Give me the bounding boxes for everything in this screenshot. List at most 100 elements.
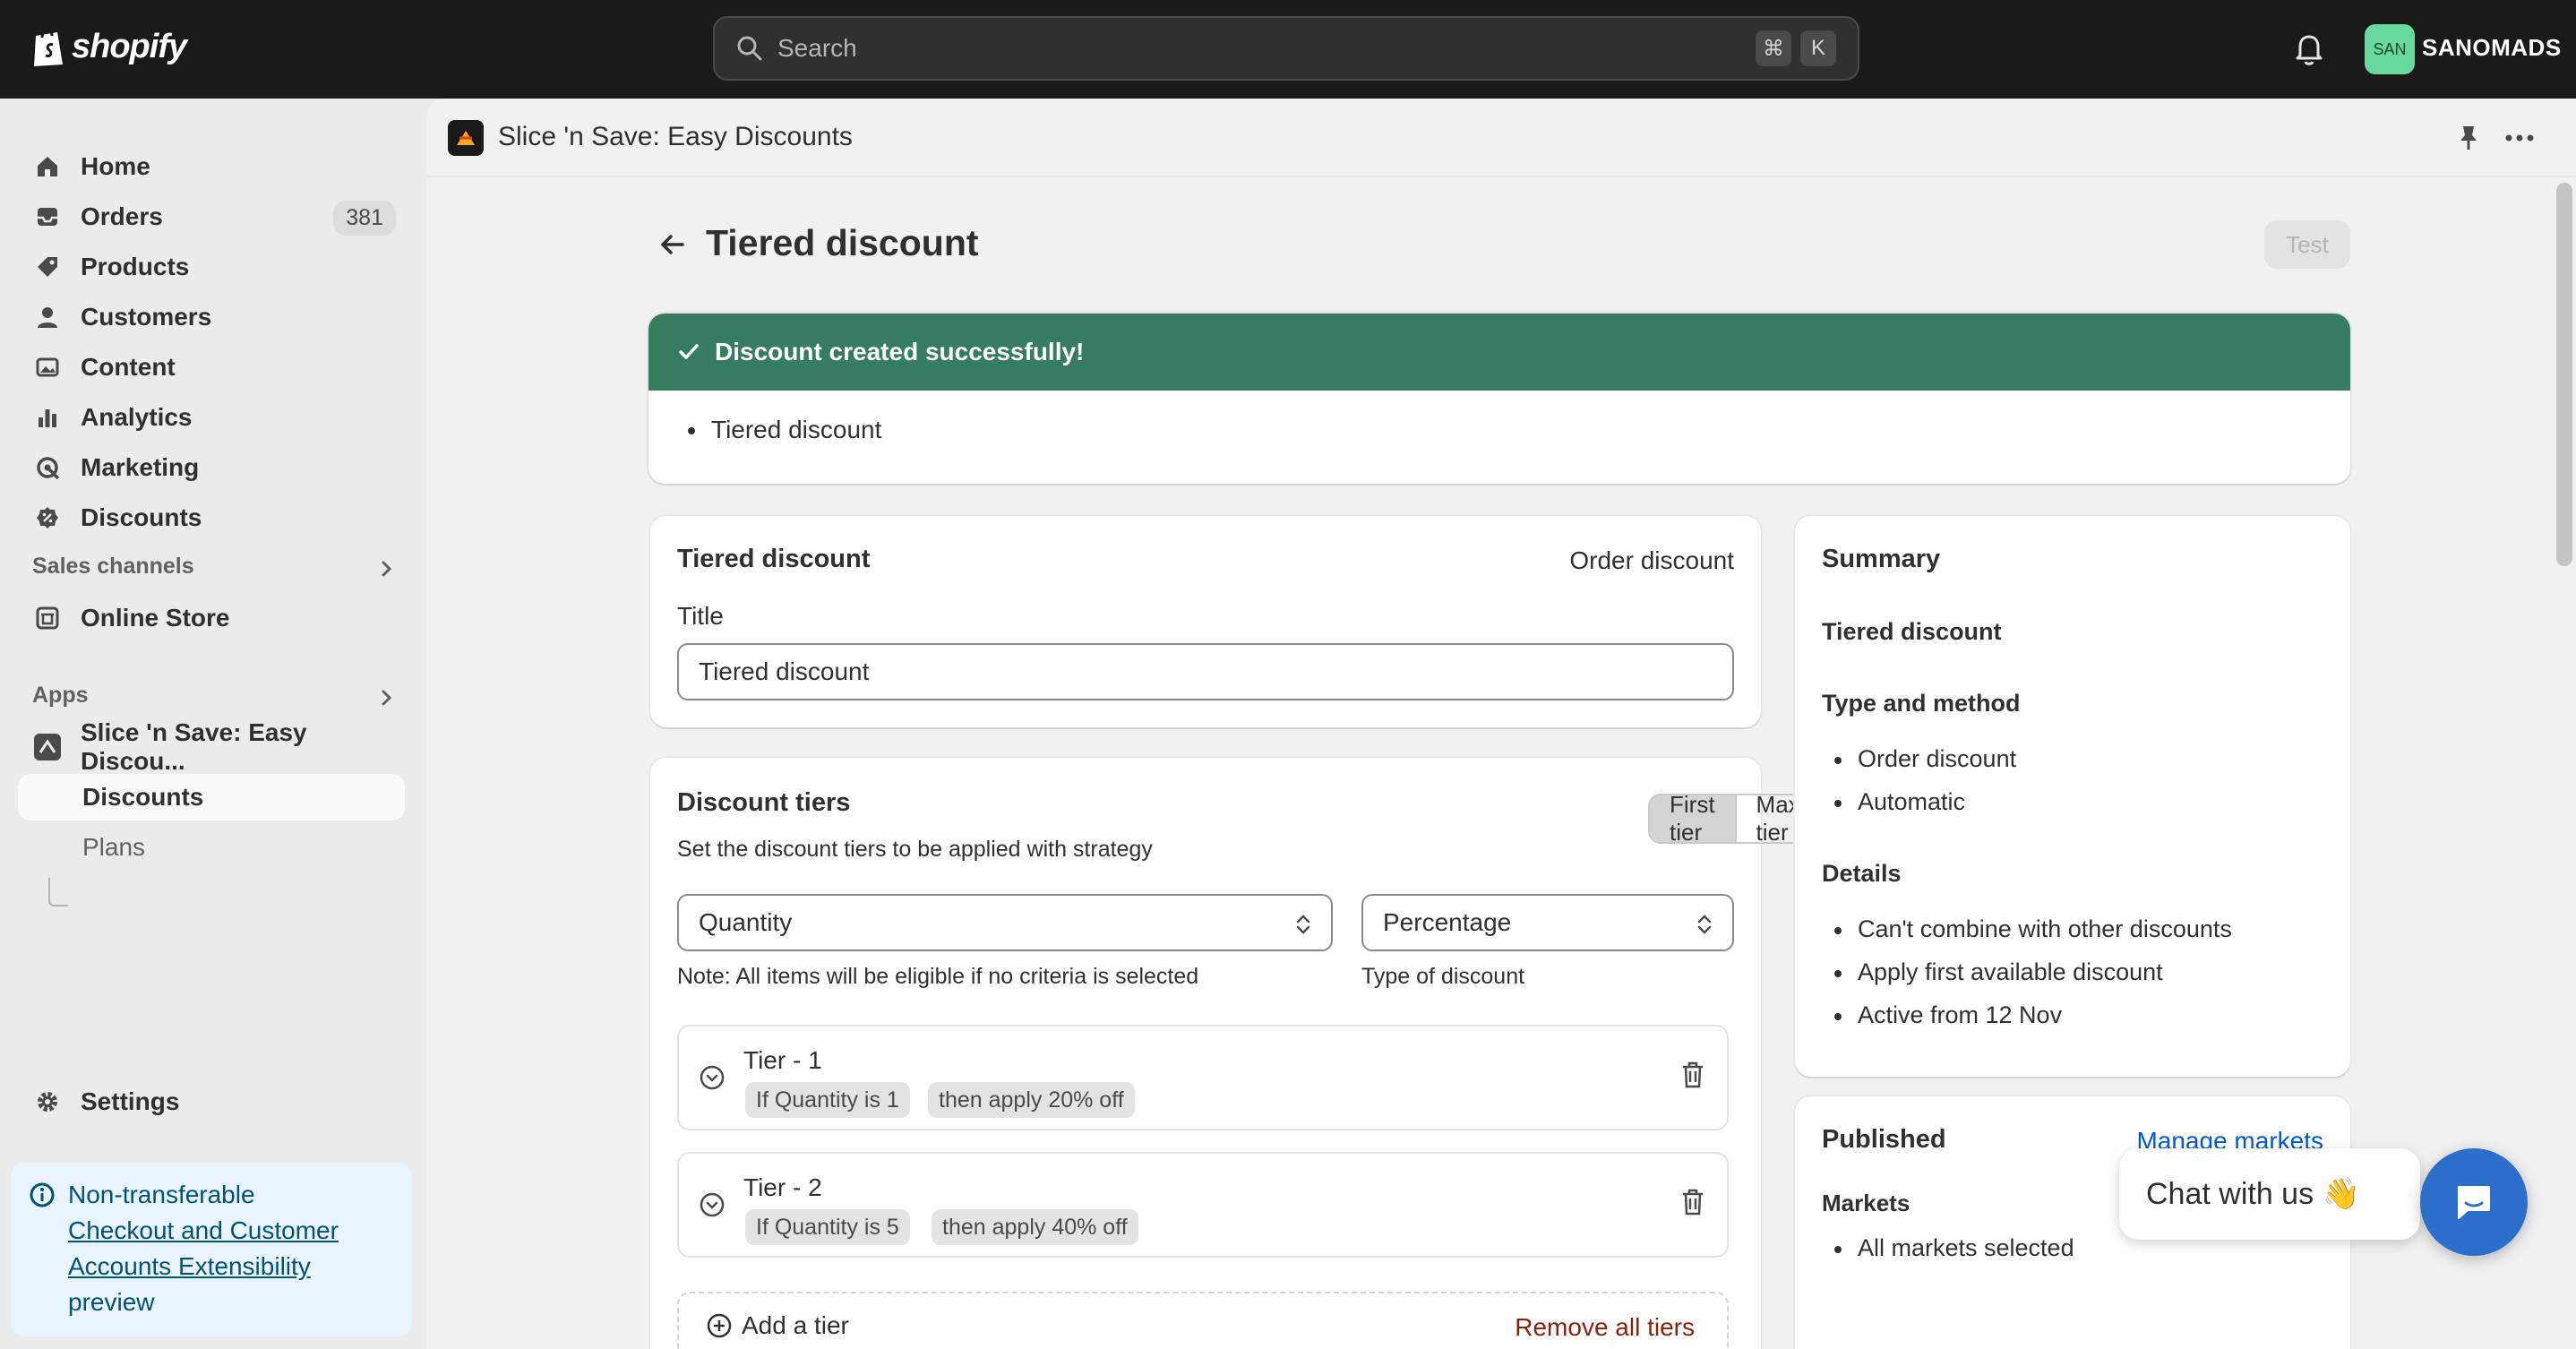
sidebar-item-label: Content bbox=[81, 353, 176, 381]
gear-icon bbox=[34, 1088, 61, 1115]
logo-text: shopify bbox=[72, 27, 187, 65]
avatar[interactable]: SAN bbox=[2365, 24, 2415, 74]
tier-condition-tag: If Quantity is 5 bbox=[745, 1209, 910, 1245]
search-placeholder: Search bbox=[777, 34, 857, 62]
person-icon bbox=[34, 304, 61, 331]
card-heading: Published bbox=[1822, 1125, 1946, 1154]
summary-card: Summary Tiered discount Type and method … bbox=[1795, 516, 2350, 1077]
apps-heading[interactable]: Apps bbox=[32, 683, 89, 709]
chat-prompt-bubble[interactable]: Chat with us 👋 bbox=[2119, 1148, 2420, 1240]
sidebar-item-label: Analytics bbox=[81, 403, 193, 431]
chevron-right-icon[interactable] bbox=[376, 559, 396, 579]
add-tier-button[interactable]: Add a tier bbox=[706, 1311, 849, 1340]
markets-value: All markets selected bbox=[1834, 1234, 2074, 1261]
sidebar-item-orders[interactable]: Orders 381 bbox=[18, 193, 405, 240]
sidebar-item-settings[interactable]: Settings bbox=[18, 1078, 405, 1125]
tier-condition-tag: If Quantity is 1 bbox=[745, 1082, 910, 1118]
extensibility-link[interactable]: Checkout and Customer Accounts Extensibi… bbox=[68, 1216, 339, 1280]
tier-name: Tier - 1 bbox=[743, 1046, 822, 1074]
target-icon bbox=[34, 454, 61, 481]
discount-type-note: Type of discount bbox=[1361, 964, 1525, 989]
store-name[interactable]: SANOMADS bbox=[2422, 34, 2562, 62]
discount-type-select[interactable]: Percentage bbox=[1361, 894, 1734, 951]
sidebar-item-discounts[interactable]: Discounts bbox=[18, 494, 405, 541]
app-title: Slice 'n Save: Easy Discounts bbox=[498, 122, 853, 151]
page-title: Tiered discount bbox=[706, 222, 979, 263]
discount-icon bbox=[34, 504, 61, 531]
sidebar-item-customers[interactable]: Customers bbox=[18, 294, 405, 340]
inbox-icon bbox=[34, 203, 61, 230]
sidebar-item-label: Plans bbox=[82, 833, 146, 861]
discount-tiers-card: Discount tiers Set the discount tiers to… bbox=[650, 758, 1879, 1349]
chat-prompt-label: Chat with us 👋 bbox=[2146, 1177, 2360, 1211]
success-banner-body: Tiered discount bbox=[648, 391, 2350, 444]
sidebar-subitem-plans[interactable]: Plans bbox=[18, 824, 405, 871]
sidebar-item-content[interactable]: Content bbox=[18, 344, 405, 391]
shopping-bag-icon bbox=[34, 29, 63, 66]
sidebar-item-label: Discounts bbox=[82, 783, 204, 811]
bell-icon bbox=[2296, 35, 2323, 65]
summary-list-item: Active from 12 Nov bbox=[1833, 1001, 2063, 1028]
delete-tier-button[interactable] bbox=[1680, 1188, 1705, 1216]
chevron-right-icon[interactable] bbox=[376, 688, 396, 708]
summary-list-item: Automatic bbox=[1833, 788, 1966, 815]
tiers-description: Set the discount tiers to be applied wit… bbox=[677, 837, 1153, 862]
chat-button[interactable] bbox=[2420, 1148, 2528, 1256]
top-bar: shopify Search ⌘ K SAN SANOMADS bbox=[0, 0, 2576, 99]
info-prefix: Non-transferable bbox=[68, 1181, 255, 1208]
home-icon bbox=[34, 153, 61, 180]
sidebar-item-products[interactable]: Products bbox=[18, 244, 405, 290]
select-chevron-icon bbox=[1695, 912, 1714, 937]
tier-row[interactable]: Tier - 1 If Quantity is 1 then apply 20%… bbox=[677, 1025, 1729, 1130]
sidebar-item-home[interactable]: Home bbox=[18, 143, 405, 190]
more-actions-button[interactable] bbox=[2504, 124, 2535, 152]
title-field-label: Title bbox=[677, 602, 724, 630]
app-logo-icon bbox=[448, 120, 484, 156]
criteria-select[interactable]: Quantity bbox=[677, 894, 1333, 951]
notifications-button[interactable] bbox=[2293, 32, 2325, 66]
card-heading: Summary bbox=[1822, 545, 1941, 573]
delete-tier-button[interactable] bbox=[1680, 1061, 1705, 1089]
app-title-bar: Slice 'n Save: Easy Discounts bbox=[426, 99, 2576, 177]
criteria-select-value: Quantity bbox=[699, 908, 793, 936]
pin-button[interactable] bbox=[2456, 124, 2481, 152]
success-banner: Discount created successfully! Tiered di… bbox=[648, 314, 2350, 484]
card-heading: Discount tiers bbox=[677, 788, 851, 817]
chevron-circle-icon[interactable] bbox=[699, 1064, 726, 1091]
chevron-circle-icon[interactable] bbox=[699, 1191, 726, 1218]
sidebar-item-online-store[interactable]: Online Store bbox=[18, 595, 405, 641]
sidebar-item-marketing[interactable]: Marketing bbox=[18, 444, 405, 491]
discount-type-select-value: Percentage bbox=[1383, 908, 1512, 936]
criteria-note: Note: All items will be eligible if no c… bbox=[677, 964, 1199, 989]
remove-all-tiers-button[interactable]: Remove all tiers bbox=[1515, 1313, 1695, 1342]
checkmark-icon bbox=[679, 344, 699, 359]
back-button[interactable] bbox=[657, 229, 688, 260]
success-banner-title: Discount created successfully! bbox=[715, 338, 1085, 365]
bar-chart-icon bbox=[34, 404, 61, 431]
sidebar-item-label: Products bbox=[81, 253, 190, 280]
add-tier-area: Add a tier Remove all tiers bbox=[677, 1292, 1729, 1349]
sidebar-item-label: Home bbox=[81, 152, 150, 180]
discount-title-card: Tiered discount Order discount Title Tie… bbox=[650, 516, 1761, 727]
sidebar-subitem-discounts[interactable]: Discounts bbox=[18, 774, 405, 821]
search-bar[interactable]: Search ⌘ K bbox=[713, 16, 1859, 81]
sidebar-item-label: Orders bbox=[81, 202, 163, 230]
info-suffix: preview bbox=[68, 1288, 155, 1316]
sidebar-item-analytics[interactable]: Analytics bbox=[18, 394, 405, 441]
first-tier-option[interactable]: First tier bbox=[1650, 795, 1737, 842]
markets-heading: Markets bbox=[1822, 1190, 1911, 1216]
title-input[interactable]: Tiered discount bbox=[677, 643, 1734, 700]
k-key: K bbox=[1800, 30, 1836, 66]
test-button[interactable]: Test bbox=[2264, 220, 2350, 269]
image-icon bbox=[34, 354, 61, 381]
sales-channels-heading[interactable]: Sales channels bbox=[32, 554, 194, 580]
summary-list-item: Apply first available discount bbox=[1834, 958, 2163, 985]
scrollbar-thumb[interactable] bbox=[2556, 183, 2572, 566]
info-icon bbox=[30, 1182, 55, 1207]
tag-icon bbox=[34, 253, 61, 280]
tier-row[interactable]: Tier - 2 If Quantity is 5 then apply 40%… bbox=[677, 1152, 1729, 1258]
sidebar-item-slice-n-save[interactable]: Slice 'n Save: Easy Discou... bbox=[18, 718, 405, 775]
sidebar-item-label: Discounts bbox=[81, 503, 202, 531]
extensibility-info-banner: Non-transferable Checkout and Customer A… bbox=[11, 1163, 412, 1336]
shopify-logo[interactable]: shopify bbox=[30, 25, 187, 68]
